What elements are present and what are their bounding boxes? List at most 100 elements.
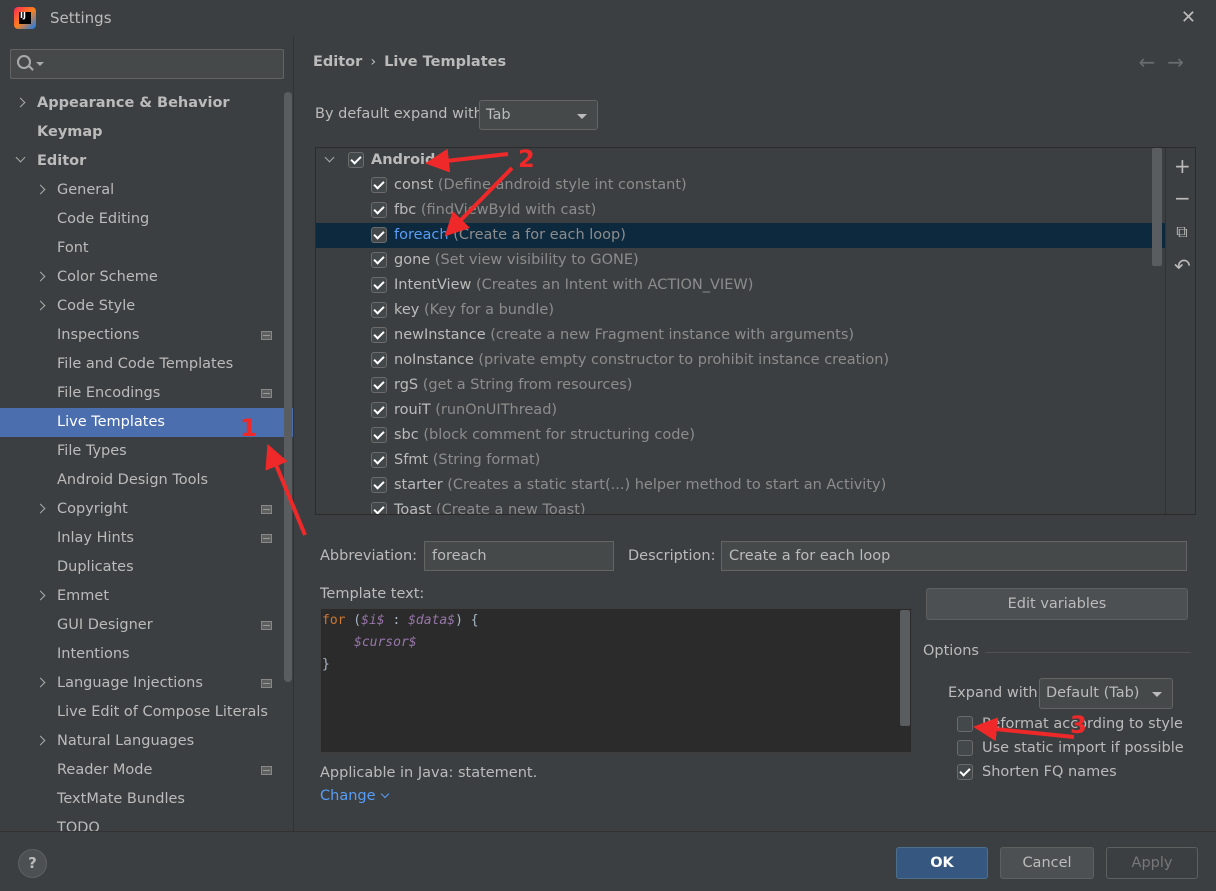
description-input[interactable] [721, 541, 1187, 571]
sidebar-item-textmate-bundles[interactable]: TextMate Bundles [0, 785, 293, 814]
sidebar-item-color-scheme[interactable]: Color Scheme [0, 263, 293, 292]
chevron-right-icon[interactable] [35, 677, 46, 688]
sidebar-item-inlay-hints[interactable]: Inlay Hints [0, 524, 293, 553]
template-checkbox[interactable] [371, 352, 387, 368]
sidebar-item-android-design-tools[interactable]: Android Design Tools [0, 466, 293, 495]
template-checkbox[interactable] [371, 402, 387, 418]
template-checkbox[interactable] [371, 252, 387, 268]
chevron-right-icon[interactable] [15, 97, 26, 108]
sidebar-item-file-and-code-templates[interactable]: File and Code Templates [0, 350, 293, 379]
template-row[interactable]: const (Define android style int constant… [316, 173, 1195, 198]
chevron-right-icon[interactable] [35, 735, 46, 746]
template-checkbox[interactable] [371, 427, 387, 443]
forward-arrow-icon[interactable]: → [1167, 50, 1196, 74]
template-checkbox[interactable] [371, 277, 387, 293]
sidebar-item-appearance-behavior[interactable]: Appearance & Behavior [0, 89, 293, 118]
template-row[interactable]: noInstance (private empty constructor to… [316, 348, 1195, 373]
close-icon[interactable]: ✕ [1181, 7, 1196, 28]
sidebar-item-reader-mode[interactable]: Reader Mode [0, 756, 293, 785]
template-row[interactable]: rgS (get a String from resources) [316, 373, 1195, 398]
sidebar-item-font[interactable]: Font [0, 234, 293, 263]
chevron-down-icon[interactable] [324, 152, 335, 163]
search-input[interactable] [47, 53, 277, 75]
static-import-checkbox[interactable] [957, 740, 973, 756]
sidebar-item-label: Emmet [57, 588, 110, 604]
sidebar-item-intentions[interactable]: Intentions [0, 640, 293, 669]
sidebar-item-gui-designer[interactable]: GUI Designer [0, 611, 293, 640]
cancel-button[interactable]: Cancel [1000, 847, 1094, 879]
template-abbreviation: Sfmt [394, 452, 429, 468]
template-row[interactable]: foreach (Create a for each loop) [316, 223, 1195, 248]
chevron-right-icon[interactable] [35, 300, 46, 311]
settings-search[interactable] [10, 49, 284, 79]
editor-scrollbar[interactable] [900, 610, 910, 726]
expand-with-select[interactable]: Default (Tab) [1039, 678, 1173, 709]
ok-button[interactable]: OK [896, 847, 988, 879]
template-row[interactable]: IntentView (Creates an Intent with ACTIO… [316, 273, 1195, 298]
sidebar-item-code-editing[interactable]: Code Editing [0, 205, 293, 234]
remove-template-icon[interactable]: − [1174, 188, 1191, 208]
template-checkbox[interactable] [371, 377, 387, 393]
group-checkbox[interactable] [348, 152, 364, 168]
template-group-android[interactable]: Android [316, 148, 1195, 173]
chevron-right-icon[interactable] [35, 590, 46, 601]
template-checkbox[interactable] [371, 327, 387, 343]
sidebar-item-file-encodings[interactable]: File Encodings [0, 379, 293, 408]
templates-scrollbar[interactable] [1152, 148, 1162, 266]
sidebar-item-language-injections[interactable]: Language Injections [0, 669, 293, 698]
template-text-editor[interactable]: for ($i$ : $data$) { $cursor$ } [320, 608, 912, 753]
abbreviation-input[interactable] [424, 541, 614, 571]
variable-cursor: $cursor$ [354, 635, 417, 650]
reformat-checkbox[interactable] [957, 716, 973, 732]
sidebar-item-code-style[interactable]: Code Style [0, 292, 293, 321]
template-checkbox[interactable] [371, 177, 387, 193]
sidebar-item-natural-languages[interactable]: Natural Languages [0, 727, 293, 756]
template-checkbox[interactable] [371, 302, 387, 318]
breadcrumb-parent[interactable]: Editor [313, 54, 362, 70]
sidebar-item-label: Copyright [57, 501, 128, 517]
sidebar-item-editor[interactable]: Editor [0, 147, 293, 176]
sidebar-scrollbar[interactable] [284, 92, 292, 682]
template-row[interactable]: Toast (Create a new Toast) [316, 498, 1195, 515]
template-row[interactable]: sbc (block comment for structuring code) [316, 423, 1195, 448]
chevron-right-icon[interactable] [35, 503, 46, 514]
sidebar-item-copyright[interactable]: Copyright [0, 495, 293, 524]
template-abbreviation: Toast [394, 502, 432, 515]
default-expand-select[interactable]: Tab [479, 100, 598, 130]
shorten-fq-label[interactable]: Shorten FQ names [982, 764, 1117, 780]
chevron-down-icon[interactable] [15, 152, 26, 163]
sidebar-item-duplicates[interactable]: Duplicates [0, 553, 293, 582]
chevron-right-icon[interactable] [35, 271, 46, 282]
shorten-fq-checkbox[interactable] [957, 764, 973, 780]
template-row[interactable]: key (Key for a bundle) [316, 298, 1195, 323]
search-history-dropdown-icon[interactable] [36, 62, 44, 66]
sidebar-item-inspections[interactable]: Inspections [0, 321, 293, 350]
template-checkbox[interactable] [371, 477, 387, 493]
template-row[interactable]: rouiT (runOnUIThread) [316, 398, 1195, 423]
sidebar-item-todo[interactable]: TODO [0, 814, 293, 831]
change-context-link[interactable]: Change [320, 788, 389, 804]
template-row[interactable]: starter (Creates a static start(...) hel… [316, 473, 1195, 498]
template-checkbox[interactable] [371, 227, 387, 243]
template-row[interactable]: Sfmt (String format) [316, 448, 1195, 473]
sidebar-item-keymap[interactable]: Keymap [0, 118, 293, 147]
help-icon[interactable]: ? [18, 849, 47, 878]
sidebar-item-live-edit-of-compose-literals[interactable]: Live Edit of Compose Literals [0, 698, 293, 727]
duplicate-template-icon[interactable]: ⧉ [1174, 222, 1190, 242]
add-template-icon[interactable]: + [1174, 156, 1191, 176]
template-checkbox[interactable] [371, 202, 387, 218]
sidebar-item-emmet[interactable]: Emmet [0, 582, 293, 611]
template-row[interactable]: gone (Set view visibility to GONE) [316, 248, 1195, 273]
template-checkbox[interactable] [371, 452, 387, 468]
chevron-right-icon[interactable] [35, 184, 46, 195]
apply-button[interactable]: Apply [1106, 847, 1198, 879]
template-row[interactable]: newInstance (create a new Fragment insta… [316, 323, 1195, 348]
static-import-label[interactable]: Use static import if possible [982, 740, 1184, 756]
sidebar-item-general[interactable]: General [0, 176, 293, 205]
template-description: (Create a for each loop) [453, 227, 626, 243]
restore-defaults-icon[interactable]: ↶ [1174, 256, 1191, 276]
template-row[interactable]: fbc (findViewById with cast) [316, 198, 1195, 223]
template-checkbox[interactable] [371, 502, 387, 514]
edit-variables-button[interactable]: Edit variables [926, 588, 1188, 620]
back-arrow-icon[interactable]: ← [1138, 50, 1167, 74]
